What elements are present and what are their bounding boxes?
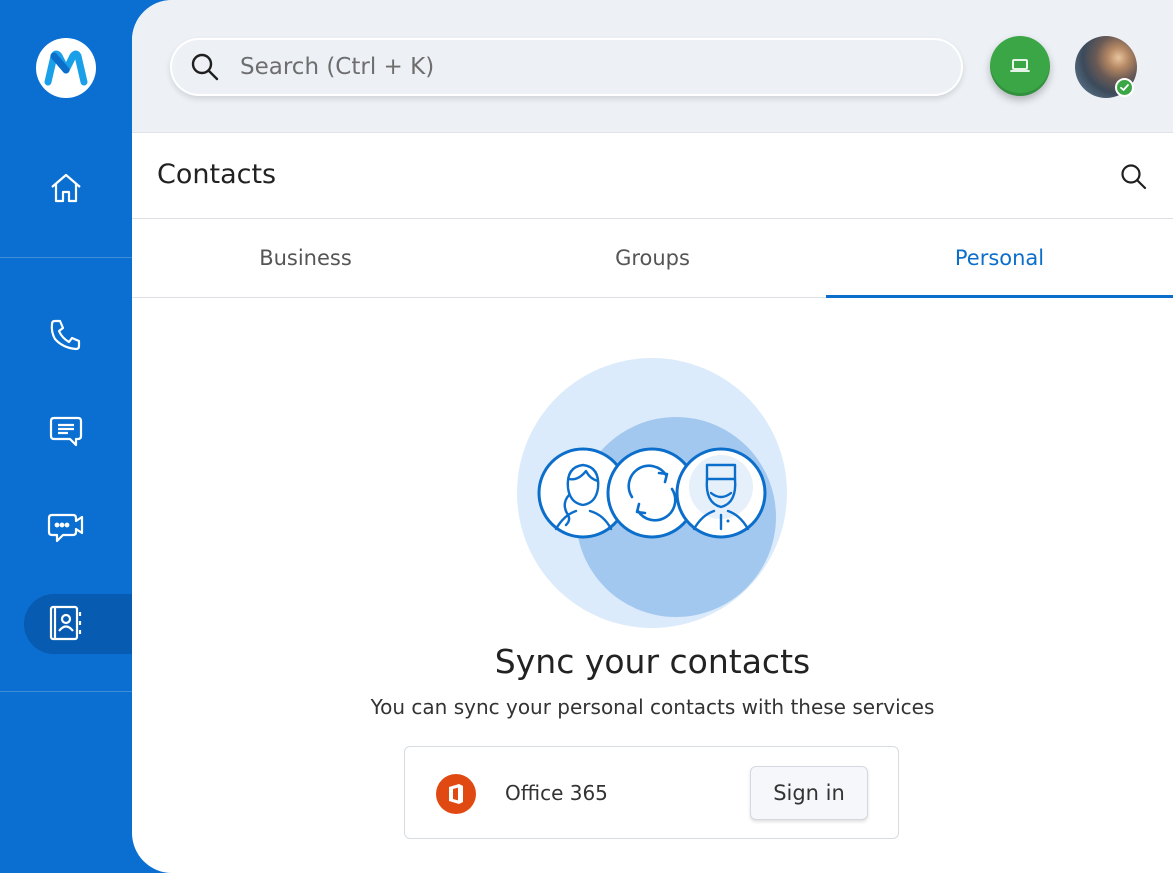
- sidebar-divider: [0, 257, 132, 258]
- tab-business[interactable]: Business: [132, 219, 479, 297]
- sidebar-item-contacts[interactable]: [44, 601, 88, 645]
- office365-icon: [436, 774, 476, 814]
- sync-contacts-illustration: [517, 358, 787, 628]
- sidebar-item-home[interactable]: [44, 166, 88, 210]
- chat-icon: [49, 416, 83, 447]
- sign-in-button[interactable]: Sign in: [750, 766, 868, 820]
- phone-icon: [50, 319, 81, 351]
- device-button[interactable]: [990, 36, 1050, 96]
- top-bar: [132, 0, 1173, 133]
- sidebar: [0, 0, 132, 873]
- contacts-search-button[interactable]: [1116, 159, 1152, 195]
- laptop-icon: [1010, 59, 1030, 72]
- search-icon: [170, 38, 240, 96]
- search-input[interactable]: [240, 38, 920, 96]
- main-panel: Contacts Business Groups Personal: [132, 0, 1173, 873]
- m-logo-icon: [44, 50, 88, 86]
- video-chat-icon: [47, 513, 84, 543]
- home-icon: [51, 173, 81, 203]
- global-search[interactable]: [170, 38, 963, 96]
- empty-state-subtitle: You can sync your personal contacts with…: [370, 695, 935, 719]
- search-icon: [1121, 164, 1147, 190]
- online-status-badge: [1115, 78, 1134, 97]
- sidebar-item-meetings[interactable]: [44, 505, 88, 549]
- service-name: Office 365: [505, 781, 608, 805]
- app-logo[interactable]: [36, 38, 96, 98]
- empty-state-title: Sync your contacts: [494, 642, 811, 681]
- tab-personal[interactable]: Personal: [826, 219, 1173, 298]
- page-title: Contacts: [157, 159, 277, 190]
- contacts-tabs: Business Groups Personal: [132, 219, 1173, 298]
- tab-groups[interactable]: Groups: [479, 219, 826, 297]
- sidebar-item-calls[interactable]: [44, 313, 88, 357]
- sidebar-divider: [0, 691, 132, 692]
- sidebar-item-chat[interactable]: [44, 409, 88, 453]
- contacts-book-icon: [49, 605, 82, 641]
- check-icon: [1120, 84, 1129, 91]
- contacts-header: Contacts: [132, 133, 1173, 219]
- service-card-office365: Office 365 Sign in: [404, 746, 899, 839]
